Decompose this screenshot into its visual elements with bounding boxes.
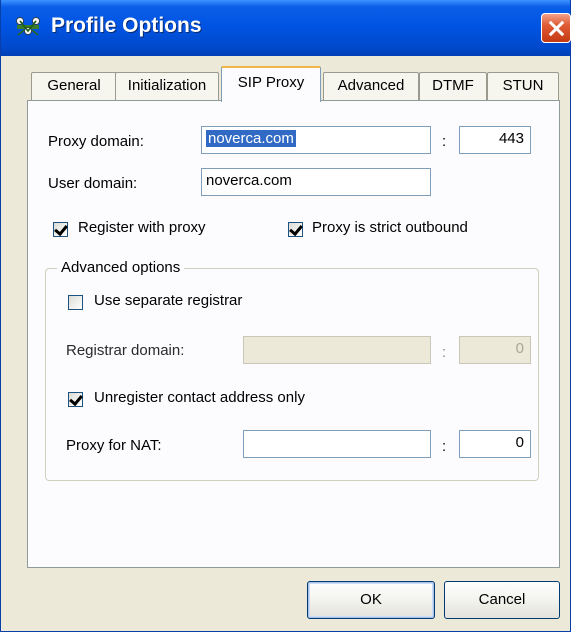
tab-dtmf[interactable]: DTMF	[419, 72, 487, 100]
proxy-port-colon: :	[442, 133, 447, 150]
tab-general[interactable]: General	[31, 72, 117, 100]
close-icon[interactable]	[541, 13, 571, 43]
title-bar[interactable]: Profile Options	[1, 0, 571, 56]
use-separate-registrar-checkbox[interactable]	[68, 295, 83, 310]
proxy-port-input[interactable]: 443	[459, 126, 531, 154]
network-icon	[16, 17, 40, 36]
tab-sip-proxy[interactable]: SIP Proxy	[221, 66, 321, 102]
tab-stun[interactable]: STUN	[487, 72, 559, 100]
profile-options-dialog: Profile Options General Initialization S…	[0, 0, 571, 632]
tab-advanced[interactable]: Advanced	[323, 72, 419, 100]
unregister-contact-label: Unregister contact address only	[94, 389, 305, 406]
unregister-contact-checkbox[interactable]	[68, 392, 83, 407]
proxy-for-nat-label: Proxy for NAT:	[66, 437, 162, 454]
registrar-domain-label: Registrar domain:	[66, 342, 185, 359]
user-domain-label: User domain:	[48, 175, 138, 192]
proxy-for-nat-port-input[interactable]: 0	[459, 430, 531, 458]
proxy-strict-outbound-checkbox[interactable]	[288, 222, 303, 237]
register-with-proxy-checkbox[interactable]	[53, 222, 68, 237]
register-with-proxy-label: Register with proxy	[78, 219, 206, 236]
registrar-domain-input[interactable]	[243, 336, 431, 364]
registrar-port-colon: :	[442, 344, 447, 361]
ok-button[interactable]: OK	[307, 581, 435, 619]
user-domain-input[interactable]: noverca.com	[201, 168, 431, 196]
proxy-for-nat-input[interactable]	[243, 430, 431, 458]
cancel-button[interactable]: Cancel	[444, 581, 560, 619]
proxy-strict-outbound-label: Proxy is strict outbound	[312, 219, 468, 236]
use-separate-registrar-label: Use separate registrar	[94, 292, 243, 309]
proxy-domain-value: noverca.com	[206, 130, 296, 147]
window-title: Profile Options	[51, 14, 202, 37]
proxy-domain-label: Proxy domain:	[48, 133, 144, 150]
registrar-port-input[interactable]: 0	[459, 336, 531, 364]
proxy-domain-input[interactable]: noverca.com	[201, 126, 431, 154]
advanced-options-title: Advanced options	[57, 259, 185, 276]
tab-initialization[interactable]: Initialization	[115, 72, 219, 100]
proxy-for-nat-port-colon: :	[442, 438, 447, 455]
